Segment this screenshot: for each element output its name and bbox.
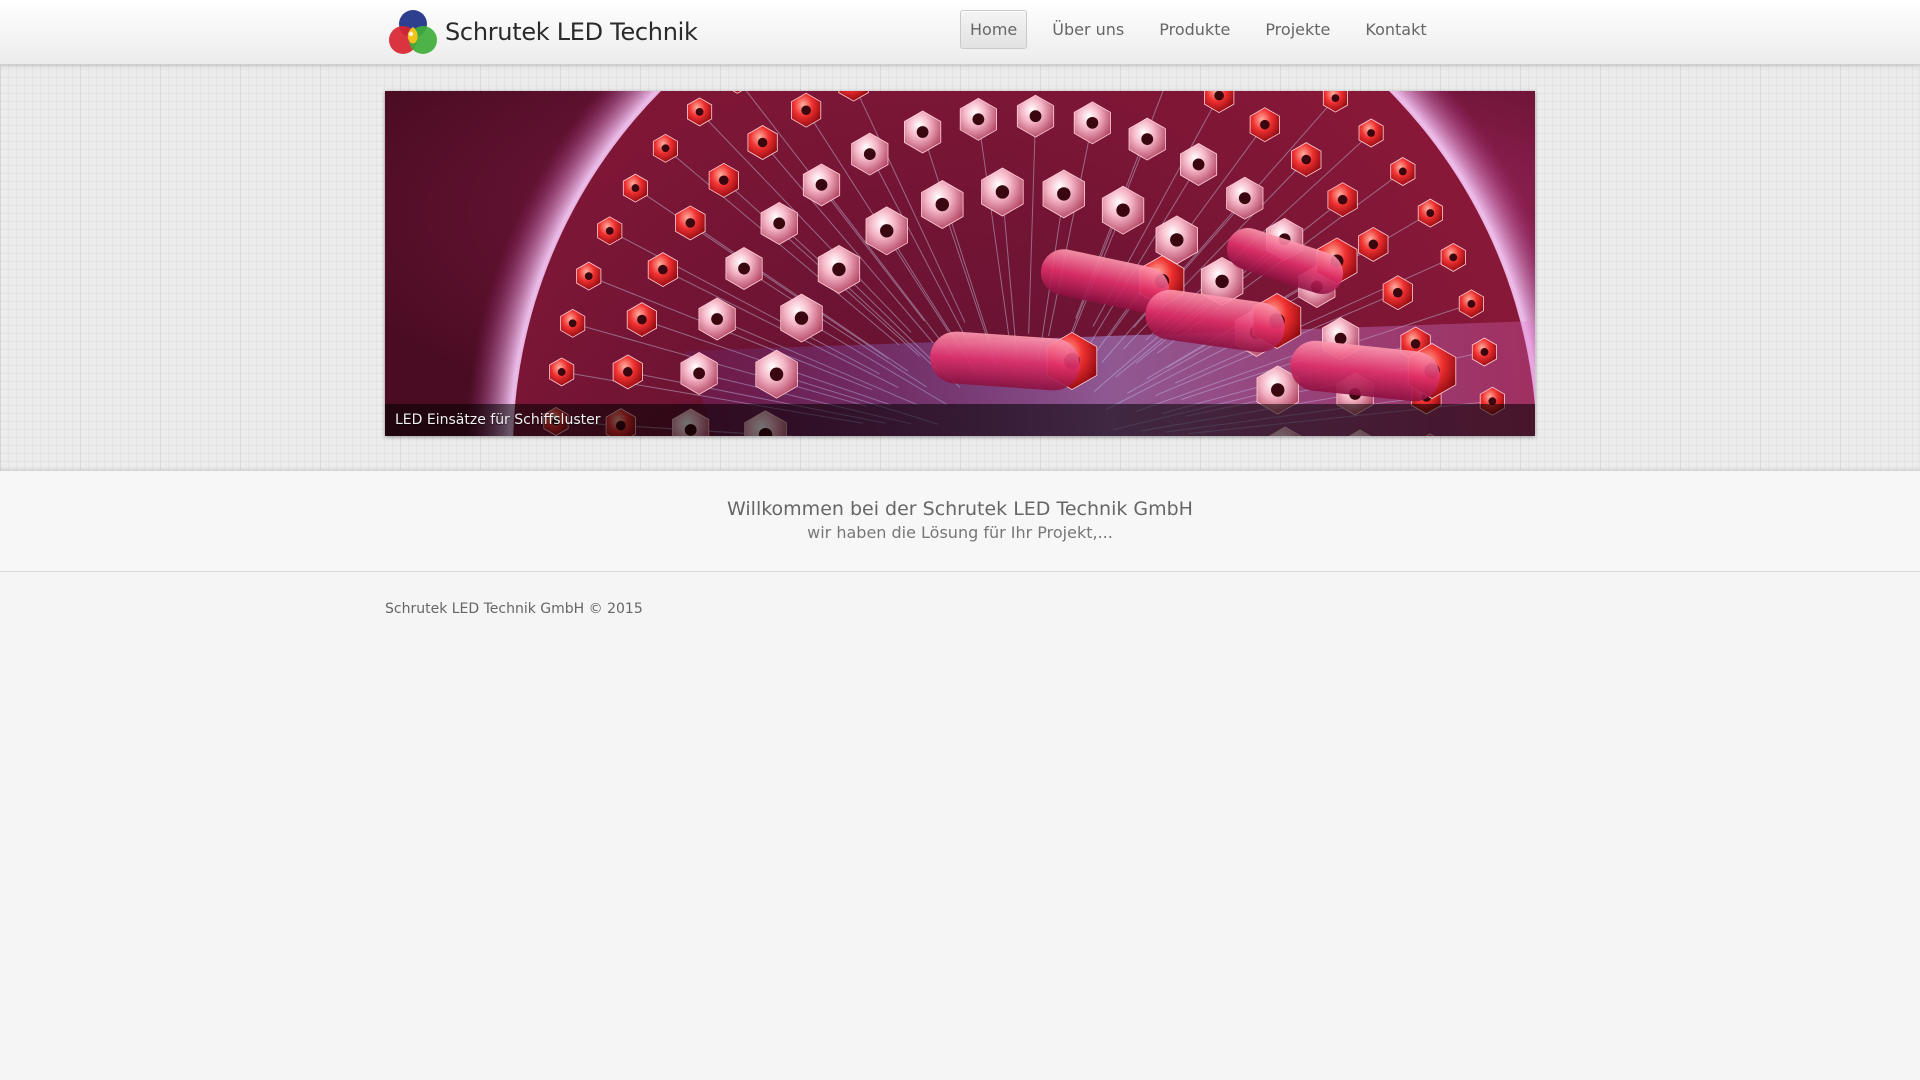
welcome-title: Willkommen bei der Schrutek LED Technik … <box>727 498 1193 520</box>
nav-item-projekte[interactable]: Projekte <box>1255 10 1340 49</box>
image-slider[interactable]: LED Einsätze für Schiffsluster <box>385 91 1535 436</box>
nav-item-ueber-uns[interactable]: Über uns <box>1042 10 1134 49</box>
welcome-subtitle: wir haben die Lösung für Ihr Projekt,... <box>807 523 1113 542</box>
footer-copyright: Schrutek LED Technik GmbH © 2015 <box>385 601 643 617</box>
site-logo-text: Schrutek LED Technik <box>445 18 698 46</box>
main-navigation: Home Über uns Produkte Projekte Kontakt <box>960 10 1452 49</box>
nav-item-home[interactable]: Home <box>960 10 1028 49</box>
nav-item-kontakt[interactable]: Kontakt <box>1355 10 1436 49</box>
site-logo[interactable]: Schrutek LED Technik <box>387 7 698 57</box>
site-footer: Schrutek LED Technik GmbH © 2015 <box>0 572 1920 617</box>
slide-caption: LED Einsätze für Schiffsluster <box>385 404 1535 436</box>
welcome-section: Willkommen bei der Schrutek LED Technik … <box>0 471 1920 572</box>
site-header: Schrutek LED Technik Home Über uns Produ… <box>0 0 1920 65</box>
rgb-circles-logo-icon <box>389 10 437 54</box>
nav-item-produkte[interactable]: Produkte <box>1149 10 1240 49</box>
banner-band: LED Einsätze für Schiffsluster <box>0 65 1920 471</box>
slide-image-led-chandelier <box>385 91 1535 436</box>
